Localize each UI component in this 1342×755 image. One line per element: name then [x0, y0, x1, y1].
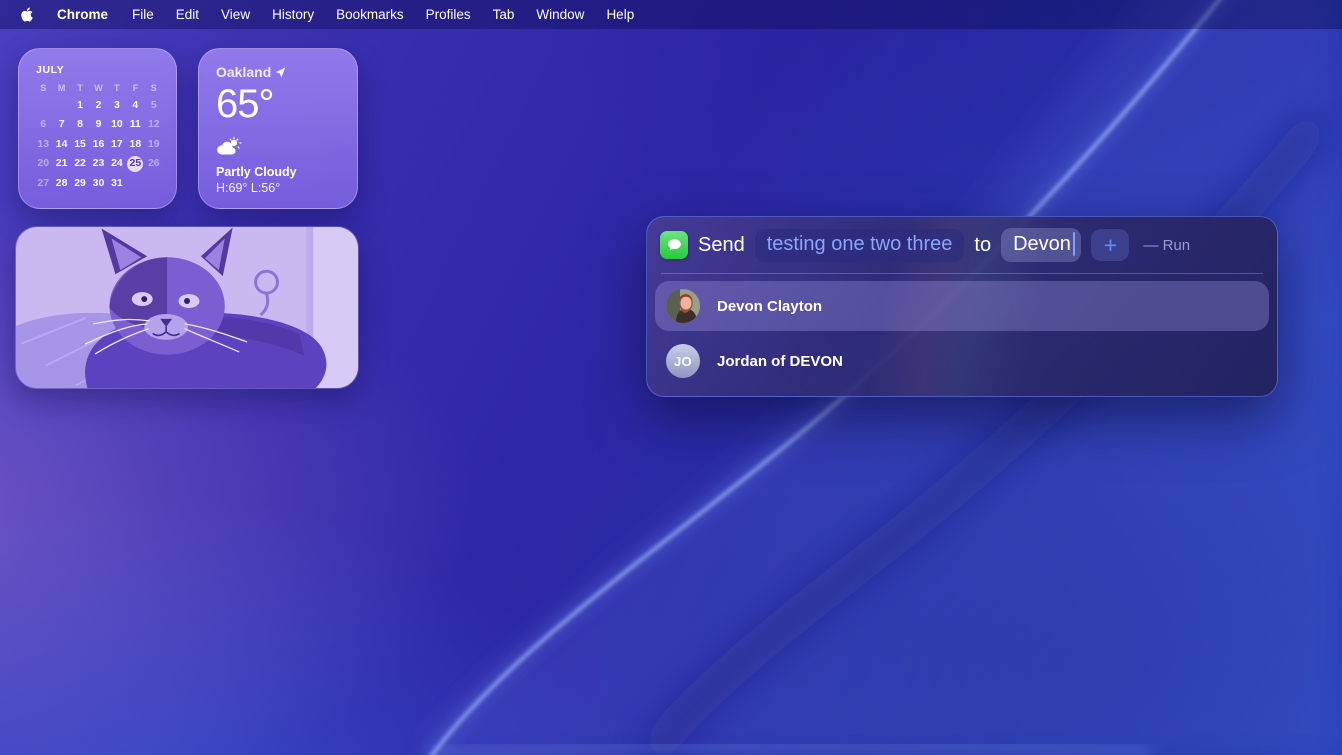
calendar-day: 10 [108, 117, 126, 132]
calendar-day: 26 [145, 156, 163, 171]
menu-item-edit[interactable]: Edit [165, 7, 210, 22]
menu-item-help[interactable]: Help [595, 7, 645, 22]
calendar-day-header: S [145, 83, 163, 93]
action-label: Send [698, 234, 745, 257]
calendar-day: 3 [108, 98, 126, 113]
contact-photo-avatar [666, 289, 700, 323]
run-hint-label: — Run [1143, 237, 1190, 254]
recipient-field[interactable]: Devon [1001, 228, 1081, 262]
location-arrow-icon [275, 67, 286, 78]
calendar-grid: S M T W T F S 1 2 3 4 5 6 7 8 9 10 11 12… [34, 83, 163, 191]
calendar-day: 7 [52, 117, 70, 132]
calendar-day: 1 [71, 98, 89, 113]
apple-menu[interactable] [10, 6, 44, 23]
menu-item-view[interactable]: View [210, 7, 261, 22]
weather-widget[interactable]: Oakland 65° Partly Cloudy H:69° L:56° [198, 48, 358, 209]
add-recipient-button[interactable]: + [1091, 229, 1129, 261]
suggestion-row-devon-clayton[interactable]: Devon Clayton [655, 281, 1269, 331]
calendar-day: 24 [108, 156, 126, 171]
suggestion-name: Devon Clayton [717, 298, 822, 315]
calendar-day: 27 [34, 176, 52, 191]
calendar-day: 11 [126, 117, 144, 132]
calendar-widget[interactable]: JULY S M T W T F S 1 2 3 4 5 6 7 8 9 10 … [18, 48, 177, 209]
weather-temperature: 65° [216, 82, 341, 127]
calendar-day: 23 [89, 156, 107, 171]
shortcut-command-palette: Send testing one two three to Devon + — … [646, 216, 1278, 397]
menu-item-tab[interactable]: Tab [482, 7, 526, 22]
calendar-day: 30 [89, 176, 107, 191]
calendar-day-header: W [89, 83, 107, 93]
calendar-day: 28 [52, 176, 70, 191]
calendar-day-header: M [52, 83, 70, 93]
calendar-day: 6 [34, 117, 52, 132]
calendar-day [34, 98, 52, 113]
calendar-day: 13 [34, 137, 52, 152]
calendar-day [126, 176, 144, 191]
calendar-day: 9 [89, 117, 107, 132]
calendar-day: 20 [34, 156, 52, 171]
menu-item-chrome[interactable]: Chrome [44, 7, 121, 22]
connector-label: to [974, 234, 991, 257]
calendar-month-label: JULY [36, 64, 163, 76]
calendar-day: 14 [52, 137, 70, 152]
recipient-text: Devon [1013, 233, 1071, 256]
calendar-day-header: S [34, 83, 52, 93]
menu-item-history[interactable]: History [261, 7, 325, 22]
command-bar: Send testing one two three to Devon + — … [647, 217, 1277, 273]
suggestion-row-jordan-of-devon[interactable]: JO Jordan of DEVON [655, 336, 1269, 386]
messages-icon [660, 231, 688, 259]
calendar-day: 15 [71, 137, 89, 152]
suggestion-name: Jordan of DEVON [717, 353, 843, 370]
message-text-field[interactable]: testing one two three [755, 229, 965, 262]
weather-condition-label: Partly Cloudy [216, 165, 341, 179]
calendar-day-selected: 25 [126, 156, 144, 171]
calendar-day: 16 [89, 137, 107, 152]
text-cursor [1073, 232, 1076, 256]
menu-item-profiles[interactable]: Profiles [415, 7, 482, 22]
calendar-day: 5 [145, 98, 163, 113]
calendar-day: 12 [145, 117, 163, 132]
calendar-day [52, 98, 70, 113]
calendar-day: 31 [108, 176, 126, 191]
calendar-day-header: T [71, 83, 89, 93]
calendar-day: 22 [71, 156, 89, 171]
calendar-day: 8 [71, 117, 89, 132]
calendar-day: 29 [71, 176, 89, 191]
calendar-day: 17 [108, 137, 126, 152]
cat-photo [16, 227, 358, 388]
menu-item-bookmarks[interactable]: Bookmarks [325, 7, 415, 22]
calendar-day: 21 [52, 156, 70, 171]
weather-location-label: Oakland [216, 64, 271, 80]
calendar-day [145, 176, 163, 191]
menu-bar: Chrome File Edit View History Bookmarks … [0, 0, 1342, 29]
desktop-wallpaper: Chrome File Edit View History Bookmarks … [0, 0, 1342, 755]
contact-initials-avatar: JO [666, 344, 700, 378]
menu-item-file[interactable]: File [121, 7, 165, 22]
photo-widget[interactable] [15, 226, 359, 389]
calendar-day: 4 [126, 98, 144, 113]
apple-logo-icon [20, 6, 34, 23]
weather-high-low: H:69° L:56° [216, 181, 341, 195]
calendar-day: 18 [126, 137, 144, 152]
calendar-day: 19 [145, 137, 163, 152]
calendar-day-header: F [126, 83, 144, 93]
menu-item-window[interactable]: Window [525, 7, 595, 22]
calendar-day-header: T [108, 83, 126, 93]
suggestion-list: Devon Clayton JO Jordan of DEVON [647, 274, 1277, 397]
partly-cloudy-icon [216, 137, 341, 162]
calendar-day: 2 [89, 98, 107, 113]
